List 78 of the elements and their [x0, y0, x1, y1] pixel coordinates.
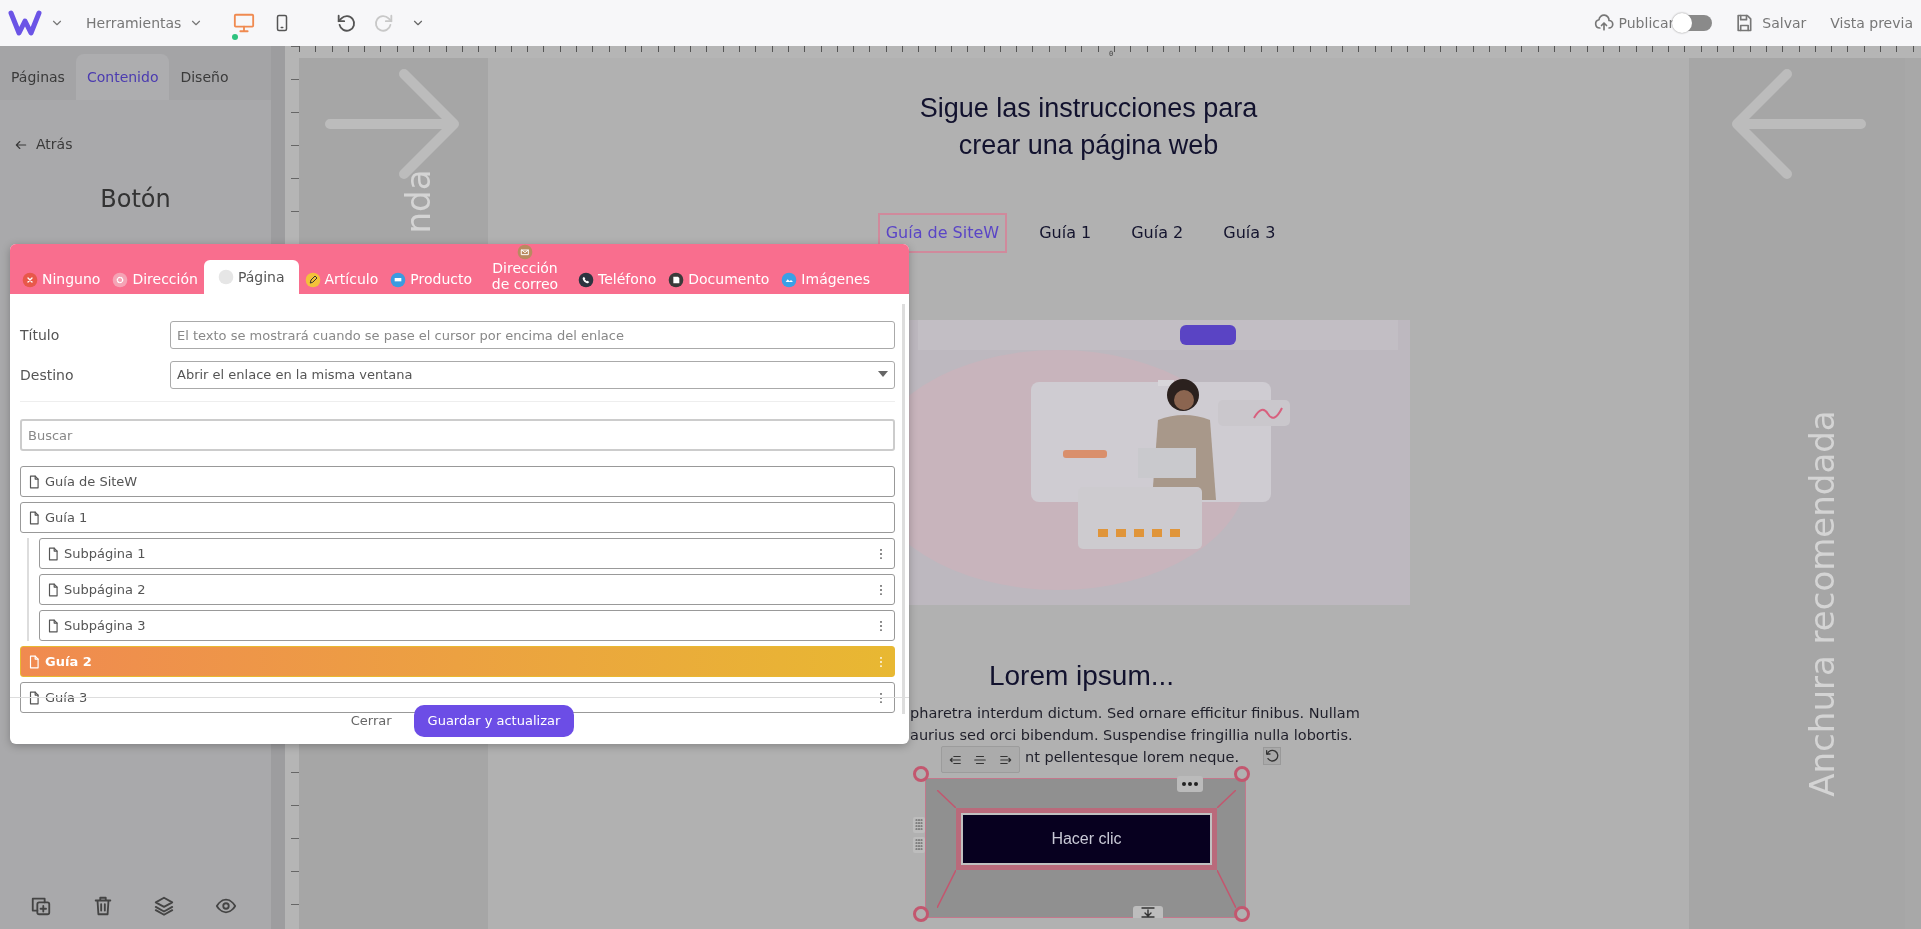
document-icon — [46, 617, 60, 634]
dialog-tab[interactable]: Ninguno — [16, 271, 107, 294]
logo-icon[interactable] — [8, 9, 42, 37]
document-icon — [46, 545, 60, 562]
dialog-tab[interactable]: Documento — [662, 271, 776, 294]
phone-icon — [578, 271, 594, 288]
rotate-icon[interactable] — [1263, 747, 1281, 765]
page-item[interactable]: Subpágina 3 — [39, 610, 895, 641]
paragraph-line: pharetra interdum dictum. Sed ornare efficitur finibus. Nullam — [910, 704, 1360, 723]
section-heading: Lorem ipsum... — [988, 659, 1175, 693]
more-icon[interactable] — [1177, 776, 1203, 792]
resize-handle[interactable] — [1234, 766, 1250, 782]
indicator-dot — [232, 34, 238, 40]
resize-handle[interactable] — [913, 766, 929, 782]
drag-handle-icon[interactable] — [913, 817, 925, 833]
selection-box[interactable]: Hacer clic — [925, 778, 1246, 918]
preview-button[interactable]: Vista previa — [1830, 12, 1913, 34]
caret-down-icon — [878, 371, 888, 379]
image-icon — [781, 271, 798, 288]
document-icon — [27, 653, 41, 670]
paragraph-line: aurius sed orci bibendum. Suspendise fringillia nulla lobortis. — [910, 726, 1353, 745]
envelope-icon — [517, 244, 533, 260]
publish-toggle[interactable] — [1674, 15, 1713, 31]
guide-line — [937, 790, 956, 808]
dialog-tab[interactable]: Teléfono — [572, 271, 663, 294]
page-item[interactable]: Subpágina 1 — [39, 538, 895, 569]
undo-icon[interactable] — [335, 12, 358, 34]
document-icon — [27, 509, 41, 526]
nav-link[interactable]: Guía 1 — [1031, 213, 1100, 253]
paragraph-line: nt pellentesque lorem neque. — [1025, 748, 1240, 767]
spacing-icon[interactable] — [1133, 906, 1163, 918]
back-link[interactable]: Atrás — [14, 134, 271, 155]
dialog-tab[interactable]: Dirección — [106, 271, 204, 294]
cancel-button[interactable]: Cerrar — [344, 710, 398, 732]
heading-line: Sigue las instrucciones para — [918, 92, 1259, 125]
document-icon — [27, 689, 41, 706]
page-item[interactable]: Guía de SiteW — [20, 466, 895, 497]
scrollbar[interactable] — [902, 304, 905, 714]
heading-line: crear una página web — [957, 129, 1220, 162]
dialog-tab[interactable]: Producto — [384, 271, 478, 294]
guide-line — [937, 870, 956, 908]
drag-handle-icon[interactable] — [913, 837, 925, 853]
search-field[interactable]: Buscar — [20, 419, 895, 451]
save-update-button[interactable]: Guardar y actualizar — [413, 705, 575, 737]
canvas-button[interactable]: Hacer clic — [961, 813, 1212, 865]
guide-line — [1217, 870, 1236, 908]
page-item[interactable]: Guía 2 — [20, 646, 895, 677]
field-label: Destino — [20, 365, 75, 385]
pencil-icon — [304, 271, 321, 288]
dialog-tab[interactable]: Página — [203, 260, 299, 294]
cloud-upload-icon — [1592, 13, 1615, 33]
nav-link[interactable]: Guía 3 — [1215, 213, 1284, 253]
sidebar-tab[interactable]: Contenido — [75, 54, 170, 100]
layers-icon[interactable] — [153, 895, 176, 917]
resize-handle[interactable] — [1234, 906, 1250, 922]
dialog-tab[interactable]: Dirección de correo — [478, 244, 572, 294]
duplicate-icon[interactable] — [29, 895, 52, 917]
dialog-tab[interactable]: Imágenes — [775, 271, 876, 294]
resize-handle[interactable] — [913, 906, 929, 922]
save-button[interactable]: Salvar — [1734, 12, 1807, 34]
link-icon — [112, 271, 129, 288]
tools-menu[interactable]: Herramientas — [86, 12, 204, 34]
field-label: Título — [20, 325, 61, 345]
cancel-icon — [22, 271, 38, 288]
sidebar-tab[interactable]: Diseño — [169, 54, 240, 100]
input-field[interactable]: El texto se mostrará cuando se pase el cursor por encima del enlace — [170, 321, 895, 349]
select-field[interactable]: Abrir el enlace en la misma ventana — [170, 361, 895, 389]
document-icon — [46, 581, 60, 598]
page-item[interactable]: Guía 1 — [20, 502, 895, 533]
save-icon — [1734, 13, 1755, 33]
nav-link[interactable]: Guía 2 — [1123, 213, 1192, 253]
page-item[interactable]: Subpágina 2 — [39, 574, 895, 605]
document-icon — [27, 473, 41, 490]
panel-heading: Botón — [99, 184, 172, 215]
dialog-tab[interactable]: Artículo — [298, 271, 385, 294]
sidebar-tab[interactable]: Páginas — [0, 54, 76, 100]
publish-button[interactable]: Publicar — [1592, 12, 1675, 34]
guide-line — [1217, 790, 1236, 808]
